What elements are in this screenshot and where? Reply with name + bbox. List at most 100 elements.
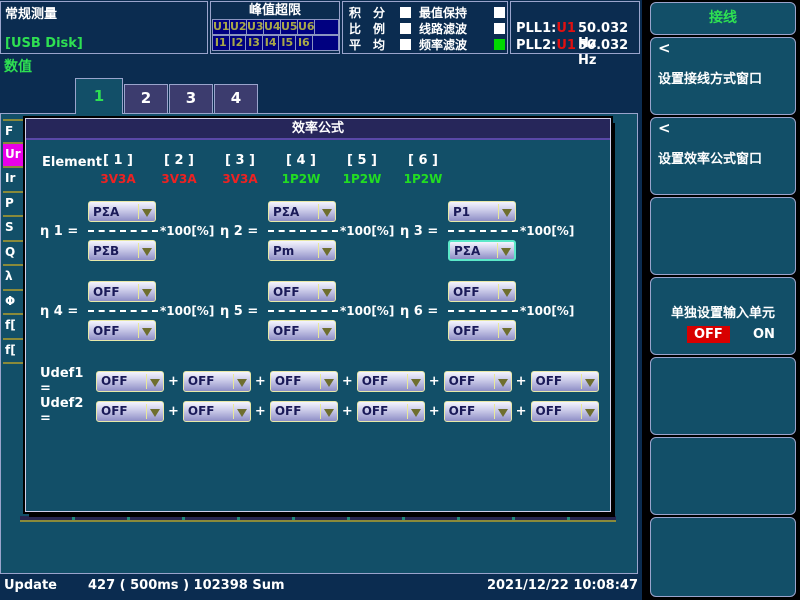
tab-1[interactable]: 1 [75, 78, 123, 114]
update-counter: 427 ( 500ms ) 102398 Sum [88, 578, 285, 593]
measurement-mode-panel: 常规测量 [USB Disk] [0, 1, 208, 54]
peak-indicator-u3: U3 [246, 19, 264, 35]
function-item-phi[interactable]: Φ [3, 291, 23, 316]
max-hold-row: 最值保持 [419, 4, 505, 20]
wiring-settings-button[interactable]: < 设置接线方式窗口 [650, 37, 796, 115]
eta6-denominator-select[interactable]: OFF [448, 320, 516, 341]
udef1-term5-select[interactable]: OFF [444, 371, 512, 392]
integration-checkbox[interactable] [400, 7, 411, 18]
element-wiring: 1P2W [332, 172, 392, 186]
eta4-numerator-select[interactable]: OFF [88, 281, 156, 302]
element-wiring: 3V3A [149, 172, 209, 186]
update-mode-label: Update [4, 578, 57, 593]
dd-value: PΣB [89, 242, 138, 260]
peak-indicator-i4: I4 [262, 35, 280, 51]
fraction-bar [448, 230, 518, 232]
freq-filter-checkbox[interactable] [494, 39, 505, 50]
udef2-term6-select[interactable]: OFF [531, 401, 599, 422]
eta6-suffix: *100[%] [520, 304, 574, 318]
chevron-down-icon [322, 248, 332, 261]
tab-4[interactable]: 4 [214, 84, 258, 113]
function-item-s[interactable]: S [3, 217, 23, 242]
line-filter-label: 线路滤波 [419, 20, 467, 37]
dd-value: Pm [269, 242, 318, 260]
plus-sign: + [168, 404, 179, 419]
function-item-urms-selected[interactable]: Ur [3, 144, 23, 169]
udef1-term3-select[interactable]: OFF [270, 371, 338, 392]
back-arrow-icon: < [658, 119, 671, 137]
udef1-term1-select[interactable]: OFF [96, 371, 164, 392]
tab-3[interactable]: 3 [169, 84, 213, 113]
function-item-f[interactable]: F [3, 119, 23, 144]
wiring-settings-label: 设置接线方式窗口 [658, 68, 762, 87]
udef2-term2-select[interactable]: OFF [183, 401, 251, 422]
eta3-numerator-select[interactable]: P1 [448, 201, 516, 222]
eta5-label: η 5 = [220, 304, 268, 319]
averaging-checkbox[interactable] [400, 39, 411, 50]
peak-indicator-i-spare [312, 35, 339, 51]
element-column-3: [ 3 ] 3V3A [210, 153, 270, 186]
dd-value: OFF [89, 322, 138, 340]
max-hold-checkbox[interactable] [494, 7, 505, 18]
eta1-numerator-select[interactable]: PΣA [88, 201, 156, 222]
peak-voltage-row: U1 U2 U3 U4 U5 U6 [213, 19, 339, 35]
plus-sign: + [429, 404, 440, 419]
pll2-row: PLL2: U1 50.032 Hz [516, 38, 639, 68]
filter-column: 最值保持 线路滤波 频率滤波 [419, 4, 505, 52]
scaling-checkbox[interactable] [400, 23, 411, 34]
eta2-denominator-select[interactable]: Pm [268, 240, 336, 261]
dd-separator [138, 243, 139, 258]
udef1-term6-select[interactable]: OFF [531, 371, 599, 392]
function-item-fi[interactable]: f[ [3, 340, 23, 365]
dd-separator [498, 204, 499, 219]
eta5-denominator-select[interactable]: OFF [268, 320, 336, 341]
function-item-fu[interactable]: f[ [3, 315, 23, 340]
sidebar-title: 接线 [651, 3, 795, 34]
eta2-numerator-select[interactable]: PΣA [268, 201, 336, 222]
plus-sign: + [255, 374, 266, 389]
function-item-irms[interactable]: Ir [3, 168, 23, 193]
chevron-down-icon [498, 409, 508, 422]
tab-2[interactable]: 2 [124, 84, 168, 113]
line-filter-checkbox[interactable] [494, 23, 505, 34]
eta3-suffix: *100[%] [520, 224, 574, 238]
udef1-term2-select[interactable]: OFF [183, 371, 251, 392]
datetime-label: 2021/12/22 10:08:47 [420, 578, 638, 593]
eta3-denominator-select-focused[interactable]: PΣA [448, 240, 516, 261]
dd-separator [318, 323, 319, 338]
eta5-numerator-select[interactable]: OFF [268, 281, 336, 302]
averaging-filter-panel: 积 分 比 例 平 均 最值保持 线路滤波 频率滤波 [342, 1, 508, 54]
eta6-numerator-select[interactable]: OFF [448, 281, 516, 302]
averaging-column: 积 分 比 例 平 均 [349, 4, 411, 52]
back-arrow-icon: < [658, 39, 671, 57]
fraction-bar [268, 310, 338, 312]
eta4-denominator-select[interactable]: OFF [88, 320, 156, 341]
fraction-bar [448, 310, 518, 312]
dd-value: PΣA [450, 242, 497, 260]
dd-value: PΣA [269, 203, 318, 221]
function-item-q[interactable]: Q [3, 242, 23, 267]
function-list: F Ur Ir P S Q λ Φ f[ f[ [3, 119, 23, 364]
chevron-down-icon [322, 209, 332, 222]
udef2-term3-select[interactable]: OFF [270, 401, 338, 422]
eta5-suffix: *100[%] [340, 304, 394, 318]
function-item-p[interactable]: P [3, 193, 23, 218]
independent-unit-off-button[interactable]: OFF [687, 326, 730, 343]
peak-indicator-i5: I5 [278, 35, 296, 51]
function-item-lambda[interactable]: λ [3, 266, 23, 291]
eta6-formula: η 6 = OFF OFF *100[%] [400, 281, 574, 341]
eta3-label: η 3 = [400, 224, 448, 239]
efficiency-formula-button[interactable]: < 设置效率公式窗口 [650, 117, 796, 195]
element-index: [ 3 ] [210, 153, 270, 168]
dd-separator [494, 374, 495, 389]
dd-separator [581, 404, 582, 419]
udef1-term4-select[interactable]: OFF [357, 371, 425, 392]
eta1-denominator-select[interactable]: PΣB [88, 240, 156, 261]
independent-unit-on-button[interactable]: ON [753, 327, 775, 342]
udef2-term4-select[interactable]: OFF [357, 401, 425, 422]
dd-value: OFF [532, 372, 581, 390]
udef2-term5-select[interactable]: OFF [444, 401, 512, 422]
udef2-term1-select[interactable]: OFF [96, 401, 164, 422]
element-column-2: [ 2 ] 3V3A [149, 153, 209, 186]
chevron-down-icon [142, 289, 152, 302]
